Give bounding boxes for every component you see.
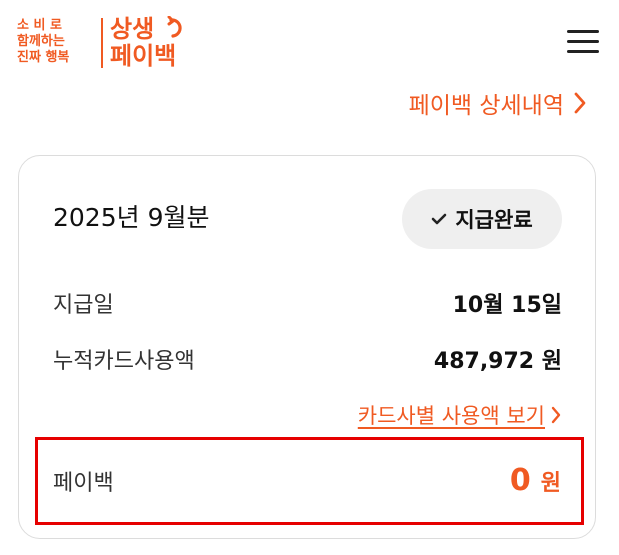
- payment-date-label: 지급일: [53, 293, 114, 318]
- status-badge: 지급완료: [402, 189, 562, 249]
- logo-tagline-line-2: 함께하는: [17, 34, 65, 49]
- logo-divider: [101, 18, 103, 68]
- logo-tagline-line-1: 소 비 로: [17, 18, 62, 33]
- card-usage-value: 487,972 원: [433, 349, 562, 374]
- hamburger-menu-icon-bar: [567, 50, 599, 53]
- logo-wordmark-line-2: 페이백: [110, 42, 177, 70]
- payment-date-value: 10월 15일: [452, 293, 562, 318]
- chevron-right-icon: [574, 92, 586, 114]
- payback-history-label: 페이백 상세내역: [408, 93, 564, 119]
- payback-history-link[interactable]: 페이백 상세내역: [409, 86, 586, 120]
- chevron-right-icon: [551, 406, 561, 424]
- card-usage-detail-link[interactable]: 카드사별 사용액 보기: [358, 400, 561, 430]
- payback-amount-value: 0: [509, 463, 531, 498]
- card-month-title: 2025년 9월분: [53, 203, 210, 232]
- logo-tagline: 소 비 로 함께하는 진짜 행복: [17, 18, 97, 66]
- card-usage-detail-label: 카드사별 사용액 보기: [357, 404, 545, 428]
- hamburger-menu-icon: [567, 30, 599, 33]
- brand-logo: 소 비 로 함께하는 진짜 행복 상생 페이백: [17, 16, 187, 70]
- payback-amount-unit: 원: [540, 471, 561, 496]
- card-usage-label: 누적카드사용액: [53, 349, 195, 374]
- check-icon: [432, 213, 447, 225]
- logo-swirl-icon: [167, 16, 182, 38]
- logo-tagline-line-3: 진짜 행복: [17, 50, 70, 65]
- hamburger-menu-icon-bar: [567, 40, 599, 43]
- payback-highlight-box: [35, 437, 584, 525]
- status-label: 지급완료: [455, 208, 533, 232]
- menu-button[interactable]: [567, 28, 599, 56]
- payback-label: 페이백: [53, 471, 114, 496]
- payback-amount: 0 원: [510, 463, 561, 498]
